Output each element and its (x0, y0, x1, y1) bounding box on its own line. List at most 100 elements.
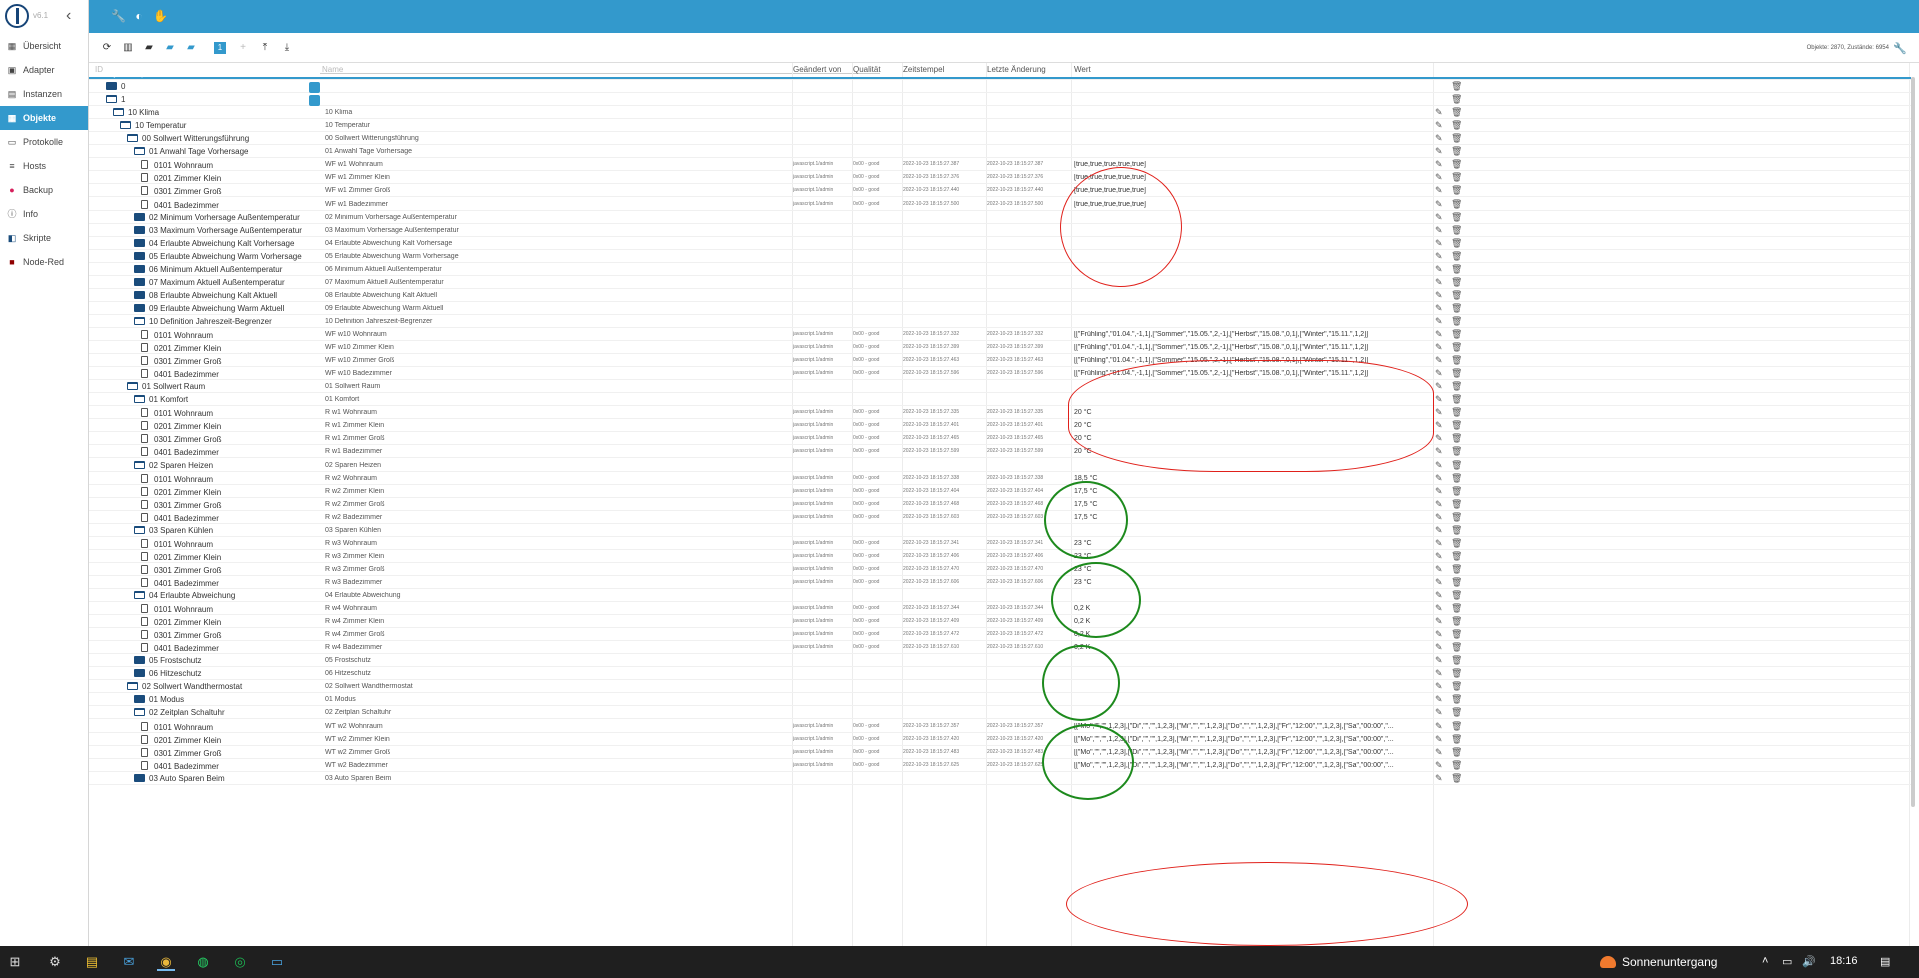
row-value[interactable]: [["Frühling","01.04.",-1,1],["Sommer","1… (1074, 357, 1424, 364)
folder-row[interactable]: 0 🗑 (89, 80, 1911, 94)
iobroker-logo[interactable] (5, 4, 29, 28)
edit-icon[interactable]: ✎ (1435, 721, 1445, 732)
folder-row[interactable]: 01 Sollwert Raum 01 Sollwert Raum ✎ 🗑 (89, 380, 1911, 394)
row-value[interactable]: [["Frühling","01.04.",-1,1],["Sommer","1… (1074, 370, 1424, 377)
row-value[interactable]: [["Mo","","",1,2,3],["Di","","",1,2,3],[… (1074, 723, 1424, 730)
explorer-icon[interactable]: ▤ (83, 953, 101, 971)
folder-icon[interactable] (134, 251, 145, 260)
row-value[interactable]: 23 °C (1074, 540, 1424, 547)
sidebar-item-objekte[interactable]: ▦ Objekte (0, 106, 88, 130)
table-row[interactable]: 0101 Wohnraum R w2 Wohnraum javascript.1/a… (89, 472, 1911, 485)
delete-icon[interactable]: 🗑 (1451, 133, 1461, 144)
folder-icon[interactable] (134, 212, 145, 221)
folder-row[interactable]: 05 Frostschutz 05 Frostschutz ✎ 🗑 (89, 654, 1911, 668)
folder-icon[interactable] (134, 695, 145, 704)
table-row[interactable]: 0201 Zimmer Klein WF w1 Zimmer Klein javas… (89, 171, 1911, 185)
file-icon[interactable] (141, 408, 148, 418)
delete-icon[interactable]: 🗑 (1451, 525, 1461, 536)
col-id[interactable]: ID (95, 65, 103, 74)
edit-icon[interactable]: ✎ (1435, 747, 1445, 758)
delete-icon[interactable]: 🗑 (1451, 185, 1461, 196)
delete-icon[interactable]: 🗑 (1451, 668, 1461, 679)
delete-icon[interactable]: 🗑 (1451, 642, 1461, 653)
delete-icon[interactable]: 🗑 (1451, 460, 1461, 471)
delete-icon[interactable]: 🗑 (1451, 538, 1461, 549)
delete-icon[interactable]: 🗑 (1451, 290, 1461, 301)
app-icon[interactable]: ⚙ (46, 953, 64, 971)
sidebar-item-adapter[interactable]: ▣ Adapter (0, 58, 88, 82)
delete-icon[interactable]: 🗑 (1451, 629, 1461, 640)
edit-icon[interactable]: ✎ (1435, 316, 1445, 327)
view-level-button[interactable]: 1 (214, 42, 226, 54)
edit-icon[interactable]: ✎ (1435, 329, 1445, 340)
delete-icon[interactable]: 🗑 (1451, 760, 1461, 771)
folder-row[interactable]: 04 Erlaubte Abweichung 04 Erlaubte Abweic… (89, 589, 1911, 603)
edit-icon[interactable]: ✎ (1435, 446, 1445, 457)
table-row[interactable]: 0101 Wohnraum WF w10 Wohnraum javascript.1… (89, 328, 1911, 342)
sidebar-item-protokolle[interactable]: ▭ Protokolle (0, 130, 88, 154)
sidebar-item-info[interactable]: ⓘ Info (0, 202, 88, 226)
settings-wrench-icon[interactable]: 🔧 (1893, 42, 1907, 55)
delete-icon[interactable]: 🗑 (1451, 433, 1461, 444)
delete-icon[interactable]: 🗑 (1451, 707, 1461, 718)
edit-icon[interactable]: ✎ (1435, 773, 1445, 784)
delete-icon[interactable]: 🗑 (1451, 616, 1461, 627)
folder-row[interactable]: 02 Sparen Heizen 02 Sparen Heizen ✎ 🗑 (89, 459, 1911, 472)
row-value[interactable]: 23 °C (1074, 553, 1424, 560)
folder-open-icon[interactable]: ▰ (164, 42, 176, 54)
folder-row[interactable]: 01 Komfort 01 Komfort ✎ 🗑 (89, 393, 1911, 407)
table-row[interactable]: 0401 Badezimmer WF w1 Badezimmer javascrip… (89, 198, 1911, 211)
edit-icon[interactable]: ✎ (1435, 486, 1445, 497)
delete-icon[interactable]: 🗑 (1451, 394, 1461, 405)
folder-row[interactable]: 02 Zeitplan Schaltuhr 02 Zeitplan Schaltu… (89, 706, 1911, 720)
file-icon[interactable] (141, 356, 148, 366)
col-name[interactable]: Name (322, 65, 343, 74)
edit-icon[interactable]: ✎ (1435, 420, 1445, 431)
delete-icon[interactable]: 🗑 (1451, 564, 1461, 575)
table-row[interactable]: 0101 Wohnraum WT w2 Wohnraum javascript.1/… (89, 720, 1911, 733)
columns-icon[interactable]: ▥ (122, 42, 134, 54)
col-last-change[interactable]: Letzte Änderung (987, 65, 1046, 74)
edit-icon[interactable]: ✎ (1435, 499, 1445, 510)
table-row[interactable]: 0201 Zimmer Klein WT w2 Zimmer Klein javas… (89, 733, 1911, 746)
table-row[interactable]: 0401 Badezimmer R w2 Badezimmer javascript… (89, 511, 1911, 524)
delete-icon[interactable]: 🗑 (1451, 551, 1461, 562)
delete-icon[interactable]: 🗑 (1451, 747, 1461, 758)
folder-row[interactable]: 04 Erlaubte Abweichung Kalt Vorhersage 04… (89, 237, 1911, 250)
table-row[interactable]: 0201 Zimmer Klein R w4 Zimmer Klein javasc… (89, 615, 1911, 629)
delete-icon[interactable]: 🗑 (1451, 199, 1461, 210)
row-value[interactable]: [true,true,true,true,true] (1074, 161, 1424, 168)
delete-icon[interactable]: 🗑 (1451, 420, 1461, 431)
delete-icon[interactable]: 🗑 (1451, 329, 1461, 340)
row-value[interactable]: 23 °C (1074, 566, 1424, 573)
chevron-up-icon[interactable]: ˄ (1762, 955, 1768, 967)
folder-icon[interactable] (134, 773, 145, 782)
table-row[interactable]: 0101 Wohnraum R w3 Wohnraum javascript.1/a… (89, 537, 1911, 550)
table-row[interactable]: 0401 Badezimmer WF w10 Badezimmer javascri… (89, 367, 1911, 381)
edit-icon[interactable]: ✎ (1435, 668, 1445, 679)
row-value[interactable]: [true,true,true,true,true] (1074, 174, 1424, 181)
delete-icon[interactable]: 🗑 (1451, 120, 1461, 131)
row-value[interactable]: [true,true,true,true,true] (1074, 201, 1424, 208)
file-icon[interactable] (141, 369, 148, 379)
table-row[interactable]: 0301 Zimmer Groß R w3 Zimmer Groß javascri… (89, 563, 1911, 576)
edit-icon[interactable]: ✎ (1435, 655, 1445, 666)
folder-open-icon[interactable] (134, 316, 145, 325)
edit-icon[interactable]: ✎ (1435, 473, 1445, 484)
file-icon[interactable] (141, 160, 148, 170)
col-value[interactable]: Wert (1074, 65, 1091, 74)
remote-desktop-icon[interactable]: ▭ (268, 953, 286, 971)
sidebar-item-node-red[interactable]: ■ Node-Red (0, 250, 88, 274)
edit-icon[interactable]: ✎ (1435, 407, 1445, 418)
delete-icon[interactable]: 🗑 (1451, 81, 1461, 92)
sidebar-item-übersicht[interactable]: ▦ Übersicht (0, 34, 88, 58)
edit-icon[interactable]: ✎ (1435, 342, 1445, 353)
delete-icon[interactable]: 🗑 (1451, 238, 1461, 249)
row-value[interactable]: [["Frühling","01.04.",-1,1],["Sommer","1… (1074, 344, 1424, 351)
file-icon[interactable] (141, 604, 148, 614)
row-value[interactable]: 20 °C (1074, 409, 1424, 416)
row-value[interactable]: 17,5 °C (1074, 488, 1424, 495)
folder-icon[interactable] (134, 290, 145, 299)
windows-start-icon[interactable]: ⊞ (6, 953, 24, 971)
table-row[interactable]: 0401 Badezimmer WT w2 Badezimmer javascrip… (89, 759, 1911, 772)
